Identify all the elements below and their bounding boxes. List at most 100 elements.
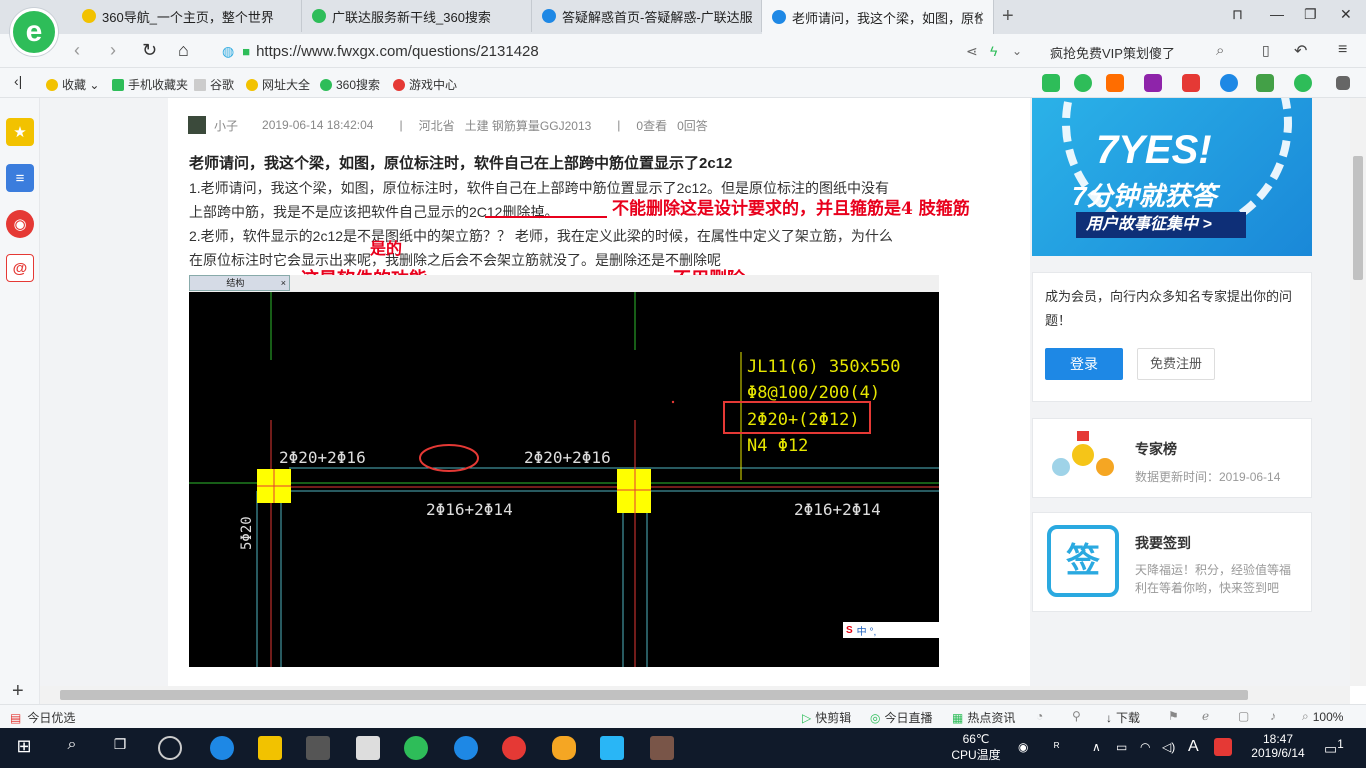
bookmark-favorites[interactable]: 收藏 ⌄	[46, 76, 99, 93]
search-icon[interactable]: ⌕	[60, 736, 84, 760]
chevron-up-icon[interactable]: ∧	[1092, 740, 1101, 754]
restore-icon[interactable]: ❐	[1304, 6, 1317, 23]
extension-translate-icon[interactable]	[1144, 74, 1162, 92]
bookmark-mobile[interactable]: 手机收藏夹	[112, 76, 188, 93]
scroll-thumb[interactable]	[1353, 156, 1363, 280]
add-panel-icon[interactable]: +	[12, 680, 24, 703]
sogou-icon[interactable]	[454, 736, 478, 760]
share-icon[interactable]: ⋖	[966, 43, 978, 60]
shirt-icon[interactable]: ⊓	[1232, 6, 1243, 23]
favorites-star-icon[interactable]: ★	[6, 118, 34, 146]
clock[interactable]: 18:47 2019/6/14	[1248, 732, 1308, 760]
signin-card[interactable]: 签 我要签到 天降福运！积分，经验值等福利在等着你哟，快来签到吧	[1032, 512, 1312, 612]
app-icon[interactable]	[502, 736, 526, 760]
quick-clip[interactable]: ▷ 快剪辑	[802, 709, 851, 726]
page-icon	[194, 78, 206, 91]
downloads[interactable]: ↓ 下载	[1106, 709, 1140, 726]
tab-current-question[interactable]: 老师请问，我这个梁，如图，原位 ✕	[762, 0, 994, 34]
speed-icon[interactable]: ◔	[1036, 709, 1043, 723]
file-explorer-icon[interactable]	[258, 736, 282, 760]
extension-helper-icon[interactable]	[1074, 74, 1092, 92]
notification-icon[interactable]: ▭1	[1324, 738, 1344, 758]
cad-screenshot[interactable]: 结构 × 2Φ20+2Φ16 2Φ20+2Φ16 2Φ16+2Φ14 2Φ16+…	[189, 275, 939, 667]
ingot-icon[interactable]	[552, 736, 576, 760]
tray-app-icon[interactable]: ◉	[1018, 740, 1028, 754]
scroll-thumb[interactable]	[60, 690, 1248, 700]
sidebar-toggle-icon[interactable]: ‹|	[14, 73, 22, 89]
notepad-icon[interactable]	[600, 736, 624, 760]
extension-app-icon[interactable]	[1042, 74, 1060, 92]
flag-icon[interactable]: ⚑	[1168, 709, 1179, 723]
input-method[interactable]: A	[1188, 738, 1199, 756]
bookmark-360search[interactable]: 360搜索	[320, 76, 380, 93]
url-field[interactable]: ◍ ■ https://www.fwxgx.com/questions/2131…	[222, 38, 1034, 64]
extension-shield-icon[interactable]	[1294, 74, 1312, 92]
ie-mode-icon[interactable]: ℯ	[1202, 709, 1209, 723]
category[interactable]: 土建 钢筋算量GGJ2013	[465, 117, 592, 134]
lock-icon: ■	[242, 43, 251, 59]
bookmark-google[interactable]: 谷歌	[194, 76, 234, 93]
ime-toolbar[interactable]: S中 °,	[843, 622, 939, 638]
menu-icon[interactable]: ≡	[1338, 41, 1347, 59]
minimize-icon[interactable]: —	[1270, 6, 1284, 22]
sogou-ime-icon[interactable]	[1214, 738, 1232, 756]
battery-icon[interactable]: ▭	[1116, 740, 1127, 754]
mail-icon[interactable]	[356, 736, 380, 760]
360-browser-icon[interactable]	[404, 736, 428, 760]
cad-label: 5Φ20	[239, 516, 255, 550]
zoom-level[interactable]: ⌕ 100%	[1302, 709, 1343, 724]
bookmark-sites[interactable]: 网址大全	[246, 76, 310, 93]
extension-tv-icon[interactable]	[1106, 74, 1124, 92]
windows-start-icon[interactable]: ⊞	[12, 736, 36, 760]
cpu-temp[interactable]: 66℃ CPU温度	[950, 732, 1002, 763]
reading-list-icon[interactable]: ≡	[6, 164, 34, 192]
avatar[interactable]	[188, 116, 206, 134]
expert-card[interactable]: 专家榜 数据更新时间：2019-06-14	[1032, 418, 1312, 498]
phone-icon[interactable]: ▯	[1262, 42, 1270, 59]
register-button[interactable]: 免费注册	[1137, 348, 1215, 380]
extension-search-icon[interactable]	[1220, 74, 1238, 92]
vertical-scrollbar[interactable]	[1350, 98, 1366, 686]
new-tab-icon[interactable]: +	[1002, 5, 1014, 28]
close-icon[interactable]: ✕	[973, 9, 985, 26]
login-button[interactable]: 登录	[1045, 348, 1123, 380]
chevron-down-icon[interactable]: ⌄	[1012, 44, 1022, 58]
tab-360-search[interactable]: 广联达服务新干线_360搜索	[302, 0, 532, 32]
sound-icon[interactable]: ♪	[1270, 709, 1276, 723]
today-live[interactable]: ◎ 今日直播	[870, 709, 933, 726]
search-icon[interactable]: ⌕	[1216, 42, 1224, 59]
author-name[interactable]: 小子	[214, 117, 238, 134]
back-icon[interactable]: ‹	[74, 40, 80, 61]
extension-game-icon[interactable]	[1256, 74, 1274, 92]
glodon-icon[interactable]	[650, 736, 674, 760]
volume-icon[interactable]: ◁)	[1162, 740, 1175, 754]
edge-icon[interactable]	[210, 736, 234, 760]
horizontal-scrollbar[interactable]	[40, 686, 1350, 704]
tab-qa-home[interactable]: 答疑解惑首页-答疑解惑-广联达服	[532, 0, 762, 32]
weibo-icon[interactable]: ◉	[6, 210, 34, 238]
hot-news[interactable]: ▦ 热点资讯	[952, 709, 1015, 726]
home-icon[interactable]: ⌂	[178, 40, 189, 61]
promo-link[interactable]: 疯抢免费VIP策划傻了	[1050, 43, 1175, 62]
today-picks[interactable]: ▤ 今日优选	[10, 709, 75, 726]
browser-logo-icon[interactable]: e	[10, 8, 58, 56]
store-icon[interactable]	[306, 736, 330, 760]
scissors-icon[interactable]	[1182, 74, 1200, 92]
undo-icon[interactable]: ↶	[1294, 41, 1307, 61]
reload-icon[interactable]: ↻	[142, 40, 157, 61]
question-meta: 小子 2019-06-14 18:42:04 | 河北省 土建 钢筋算量GGJ2…	[188, 116, 718, 134]
pin-icon[interactable]: ⚲	[1072, 709, 1081, 723]
forward-icon[interactable]: ›	[110, 40, 116, 61]
people-icon[interactable]: ᴿ	[1054, 740, 1059, 754]
promo-banner[interactable]: 7YES! 7分钟就获答 用户故事征集中 >	[1032, 98, 1312, 256]
lightning-icon[interactable]: ϟ	[990, 43, 997, 59]
task-view-icon[interactable]: ❐	[108, 736, 132, 760]
extensions-grid-icon[interactable]	[1336, 76, 1350, 90]
email-icon[interactable]: @	[6, 254, 34, 282]
tab-360-nav[interactable]: 360导航_一个主页，整个世界	[72, 0, 302, 32]
window-close-icon[interactable]: ✕	[1340, 6, 1352, 23]
window-icon[interactable]: ▢	[1238, 709, 1249, 723]
wifi-icon[interactable]: ◠	[1140, 740, 1150, 754]
bookmark-games[interactable]: 游戏中心	[393, 76, 457, 93]
cortana-icon[interactable]	[158, 736, 182, 760]
